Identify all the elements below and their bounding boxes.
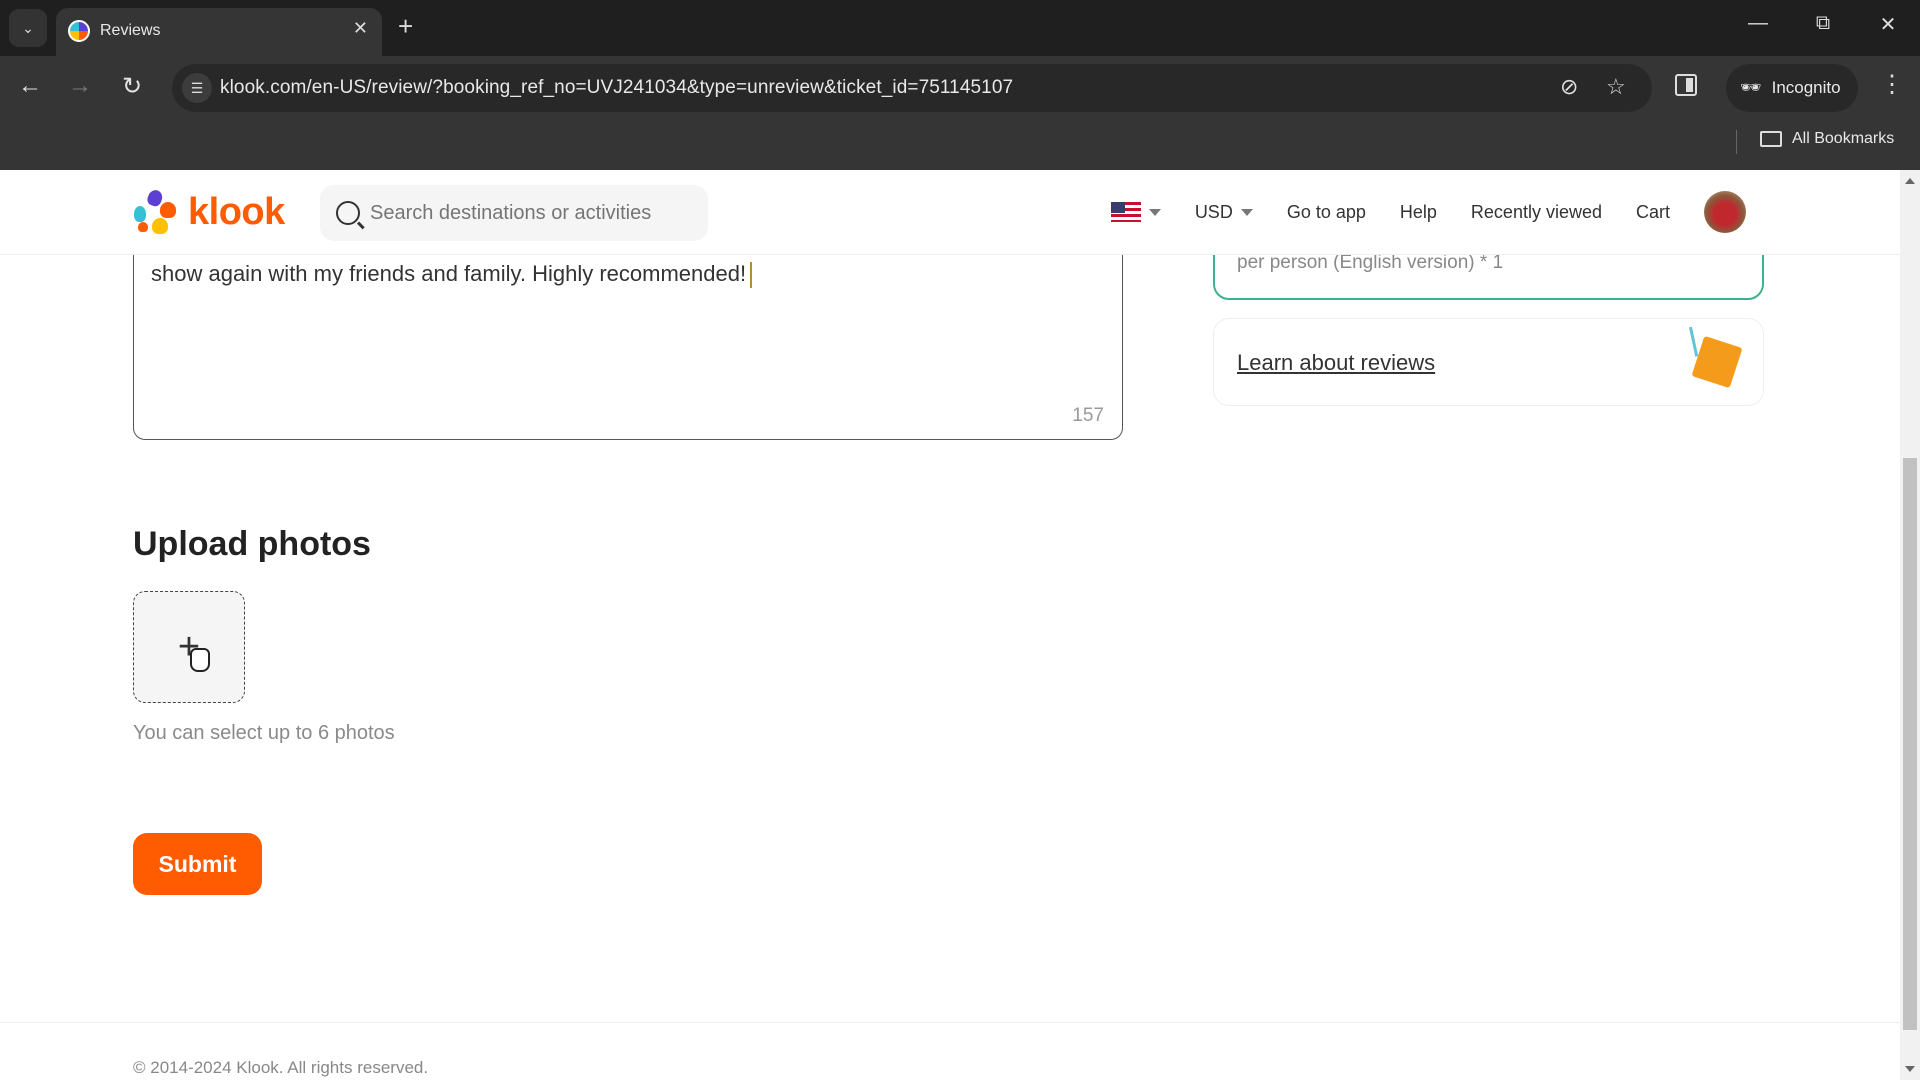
restore-icon[interactable]: ⧉ bbox=[1803, 12, 1843, 35]
klook-favicon-icon bbox=[68, 20, 90, 42]
character-counter: 157 bbox=[1072, 405, 1104, 426]
page-scrollbar[interactable] bbox=[1900, 170, 1920, 1080]
back-arrow-icon[interactable]: ← bbox=[14, 72, 46, 100]
reload-icon[interactable]: ↻ bbox=[116, 72, 148, 101]
search-bar[interactable] bbox=[320, 185, 708, 241]
incognito-label: Incognito bbox=[1771, 78, 1841, 97]
incognito-icon: 🕶 bbox=[1740, 78, 1762, 97]
hand-pointer-cursor-icon bbox=[190, 648, 210, 672]
nav-go-to-app[interactable]: Go to app bbox=[1287, 202, 1366, 223]
url-text[interactable]: klook.com/en-US/review/?booking_ref_no=U… bbox=[220, 77, 1013, 99]
browser-tab-reviews[interactable]: Reviews ✕ bbox=[56, 8, 382, 56]
caret-down-icon bbox=[1240, 208, 1253, 216]
address-bar[interactable]: ☰ klook.com/en-US/review/?booking_ref_no… bbox=[172, 64, 1652, 112]
nav-recently-viewed[interactable]: Recently viewed bbox=[1471, 202, 1602, 223]
us-flag-icon bbox=[1110, 202, 1141, 222]
add-photo-button[interactable]: + bbox=[133, 591, 245, 703]
header-nav: USD Go to app Help Recently viewed Cart bbox=[1110, 190, 1746, 234]
close-tab-icon[interactable]: ✕ bbox=[353, 18, 368, 39]
text-cursor bbox=[750, 262, 752, 289]
logo-text: klook bbox=[188, 190, 285, 233]
caret-down-icon bbox=[1148, 208, 1161, 216]
folder-icon bbox=[1760, 131, 1782, 147]
incognito-indicator[interactable]: 🕶 Incognito bbox=[1726, 64, 1858, 112]
more-menu-icon[interactable]: ⋮ bbox=[1880, 70, 1904, 99]
submit-button[interactable]: Submit bbox=[133, 833, 262, 895]
site-info-icon[interactable]: ☰ bbox=[182, 73, 212, 103]
footer-divider bbox=[0, 1022, 1900, 1023]
tab-list-button[interactable]: ⌄ bbox=[9, 9, 47, 47]
side-panel-icon[interactable] bbox=[1675, 74, 1697, 96]
learn-about-reviews-link[interactable]: Learn about reviews bbox=[1237, 350, 1435, 376]
search-input[interactable] bbox=[370, 201, 700, 225]
currency-selector[interactable]: USD bbox=[1195, 202, 1253, 223]
browser-toolbar: ← → ↻ ☰ klook.com/en-US/review/?booking_… bbox=[0, 56, 1920, 120]
minimize-icon[interactable]: — bbox=[1738, 12, 1778, 35]
chevron-down-icon: ⌄ bbox=[22, 19, 34, 36]
klook-logo[interactable]: klook bbox=[132, 188, 285, 236]
new-tab-button[interactable]: + bbox=[398, 10, 413, 42]
bookmarks-bar: All Bookmarks bbox=[0, 120, 1920, 170]
page-viewport: per person (English version) * 1 Learn a… bbox=[0, 170, 1900, 1080]
scroll-down-arrow-icon[interactable] bbox=[1905, 1066, 1915, 1072]
eye-off-icon[interactable]: ⊘ bbox=[1560, 74, 1578, 100]
user-avatar[interactable] bbox=[1704, 191, 1746, 233]
currency-label: USD bbox=[1194, 201, 1233, 222]
learn-about-reviews-card[interactable]: Learn about reviews bbox=[1213, 318, 1764, 406]
browser-tab-bar: ⌄ Reviews ✕ + — ⧉ ✕ bbox=[0, 0, 1920, 56]
forward-arrow-icon[interactable]: → bbox=[64, 72, 96, 100]
window-close-icon[interactable]: ✕ bbox=[1868, 12, 1908, 37]
all-bookmarks-label: All Bookmarks bbox=[1792, 130, 1895, 147]
upload-hint: You can select up to 6 photos bbox=[133, 722, 395, 744]
klook-logo-icon bbox=[132, 188, 180, 236]
scrollbar-thumb[interactable] bbox=[1903, 458, 1917, 1030]
package-detail-text: per person (English version) * 1 bbox=[1237, 252, 1504, 273]
copyright-text: © 2014-2024 Klook. All rights reserved. bbox=[133, 1058, 429, 1077]
tab-title: Reviews bbox=[100, 22, 161, 39]
nav-help[interactable]: Help bbox=[1400, 202, 1437, 223]
notepad-icon bbox=[1691, 335, 1743, 389]
all-bookmarks-button[interactable]: All Bookmarks bbox=[1760, 130, 1894, 148]
search-icon bbox=[336, 201, 360, 225]
scroll-up-arrow-icon[interactable] bbox=[1905, 178, 1915, 184]
language-selector[interactable] bbox=[1110, 202, 1161, 222]
bookmark-star-icon[interactable]: ☆ bbox=[1606, 74, 1626, 100]
upload-photos-heading: Upload photos bbox=[133, 525, 371, 563]
nav-cart[interactable]: Cart bbox=[1636, 202, 1670, 223]
site-header: klook USD Go to app Help Recently viewed… bbox=[0, 170, 1900, 255]
bookmarks-separator bbox=[1736, 130, 1737, 154]
